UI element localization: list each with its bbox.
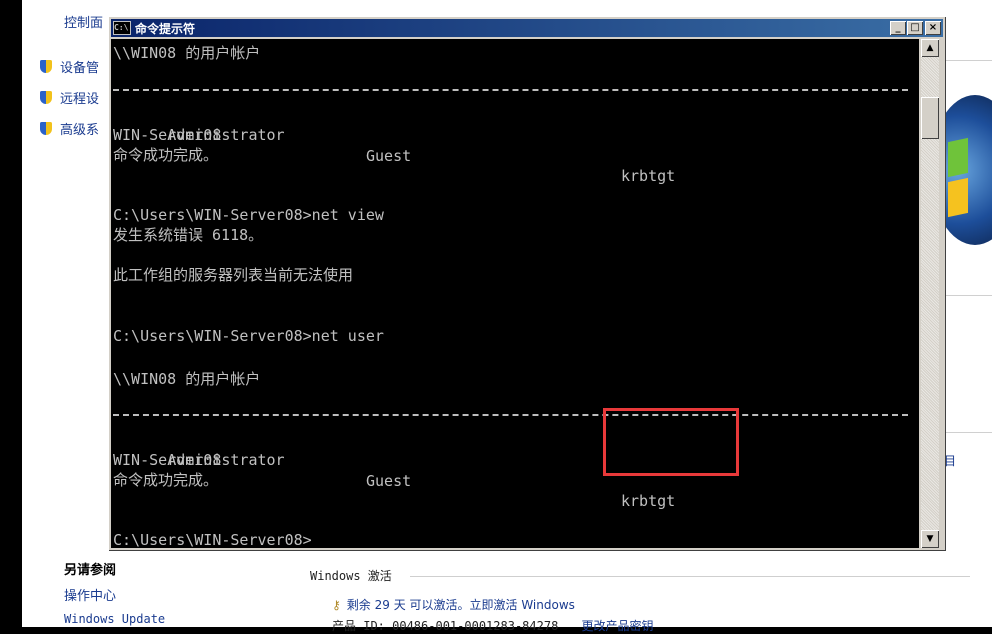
remote-settings-link[interactable]: 远程设 [38,88,99,107]
see-also-heading: 另请参阅 [64,563,117,578]
user-guest: Guest [366,146,412,165]
maximize-button[interactable]: □ [907,21,923,35]
divider [946,60,992,61]
scroll-thumb[interactable] [921,97,939,139]
console-line: C:\Users\WIN-Server08>net view [113,206,384,224]
user-list-row: Administrator Guest krbtgt [113,430,913,510]
dash-separator [113,89,908,93]
divider [946,432,992,433]
activation-divider [410,576,970,577]
scroll-up-button[interactable]: ▲ [921,39,939,57]
window-title: 命令提示符 [135,21,196,36]
minimize-button[interactable]: _ [890,21,906,35]
action-center-link[interactable]: 操作中心 [64,585,116,604]
change-product-key-link[interactable]: 更改产品密钥 [582,619,654,633]
console-line: 命令成功完成。 [113,146,219,164]
title-bar[interactable]: C:\ 命令提示符 _ □ × [111,19,943,37]
console-line: C:\Users\WIN-Server08>net user [113,327,384,345]
console-line: 发生系统错误 6118。 [113,226,264,244]
console-line: 此工作组的服务器列表当前无法使用 [113,266,354,284]
shield-icon [38,59,54,75]
console-line: WIN-Server08 [113,451,222,469]
shield-icon [38,90,54,106]
cmd-app-icon[interactable]: C:\ [113,21,131,35]
krbtgt-highlight-box [603,408,739,476]
advanced-system-settings-link[interactable]: 高级系 [38,119,99,138]
command-prompt-line[interactable]: C:\Users\WIN-Server08> [113,530,312,548]
windows-update-link[interactable]: Windows Update [64,612,165,626]
remote-settings-label: 远程设 [60,92,100,107]
command-prompt-window[interactable]: C:\ 命令提示符 _ □ × \\WIN08 的用户帐户 Administra… [108,16,946,551]
user-guest: Guest [366,471,412,490]
vertical-scrollbar[interactable]: ▲ ▼ [921,39,939,548]
console-line: \\WIN08 的用户帐户 [113,44,261,62]
shield-icon [38,121,54,137]
divider [946,295,992,296]
control-panel-breadcrumb[interactable]: 控制面 [64,12,103,31]
console-line: \\WIN08 的用户帐户 [113,370,261,388]
key-icon: ⚷ [332,597,341,612]
close-button[interactable]: × [925,21,941,35]
device-manager-link[interactable]: 设备管 [38,57,99,76]
activation-section-label: Windows 激活 [310,569,392,583]
product-id-text: 产品 ID: 00486-001-0001283-84278 [332,619,559,633]
advanced-system-settings-label: 高级系 [60,123,100,138]
user-list-row: Administrator Guest krbtgt [113,105,913,185]
device-manager-label: 设备管 [60,61,100,76]
user-krbtgt: krbtgt [621,166,676,185]
activation-status[interactable]: ⚷ 剩余 29 天 可以激活。立即激活 Windows [332,596,575,613]
activation-status-text: 剩余 29 天 可以激活。立即激活 Windows [346,598,575,612]
product-id-row: 产品 ID: 00486-001-0001283-84278 更改产品密钥 [332,617,654,634]
scroll-down-button[interactable]: ▼ [921,530,939,548]
console-output[interactable]: \\WIN08 的用户帐户 Administrator Guest krbtgt… [111,39,919,548]
console-line: WIN-Server08 [113,126,222,144]
dash-separator [113,414,908,418]
windows-logo-flag-green [948,137,968,178]
console-line: 命令成功完成。 [113,471,219,489]
windows-logo-flag-yellow [948,177,968,218]
user-krbtgt: krbtgt [621,491,676,510]
